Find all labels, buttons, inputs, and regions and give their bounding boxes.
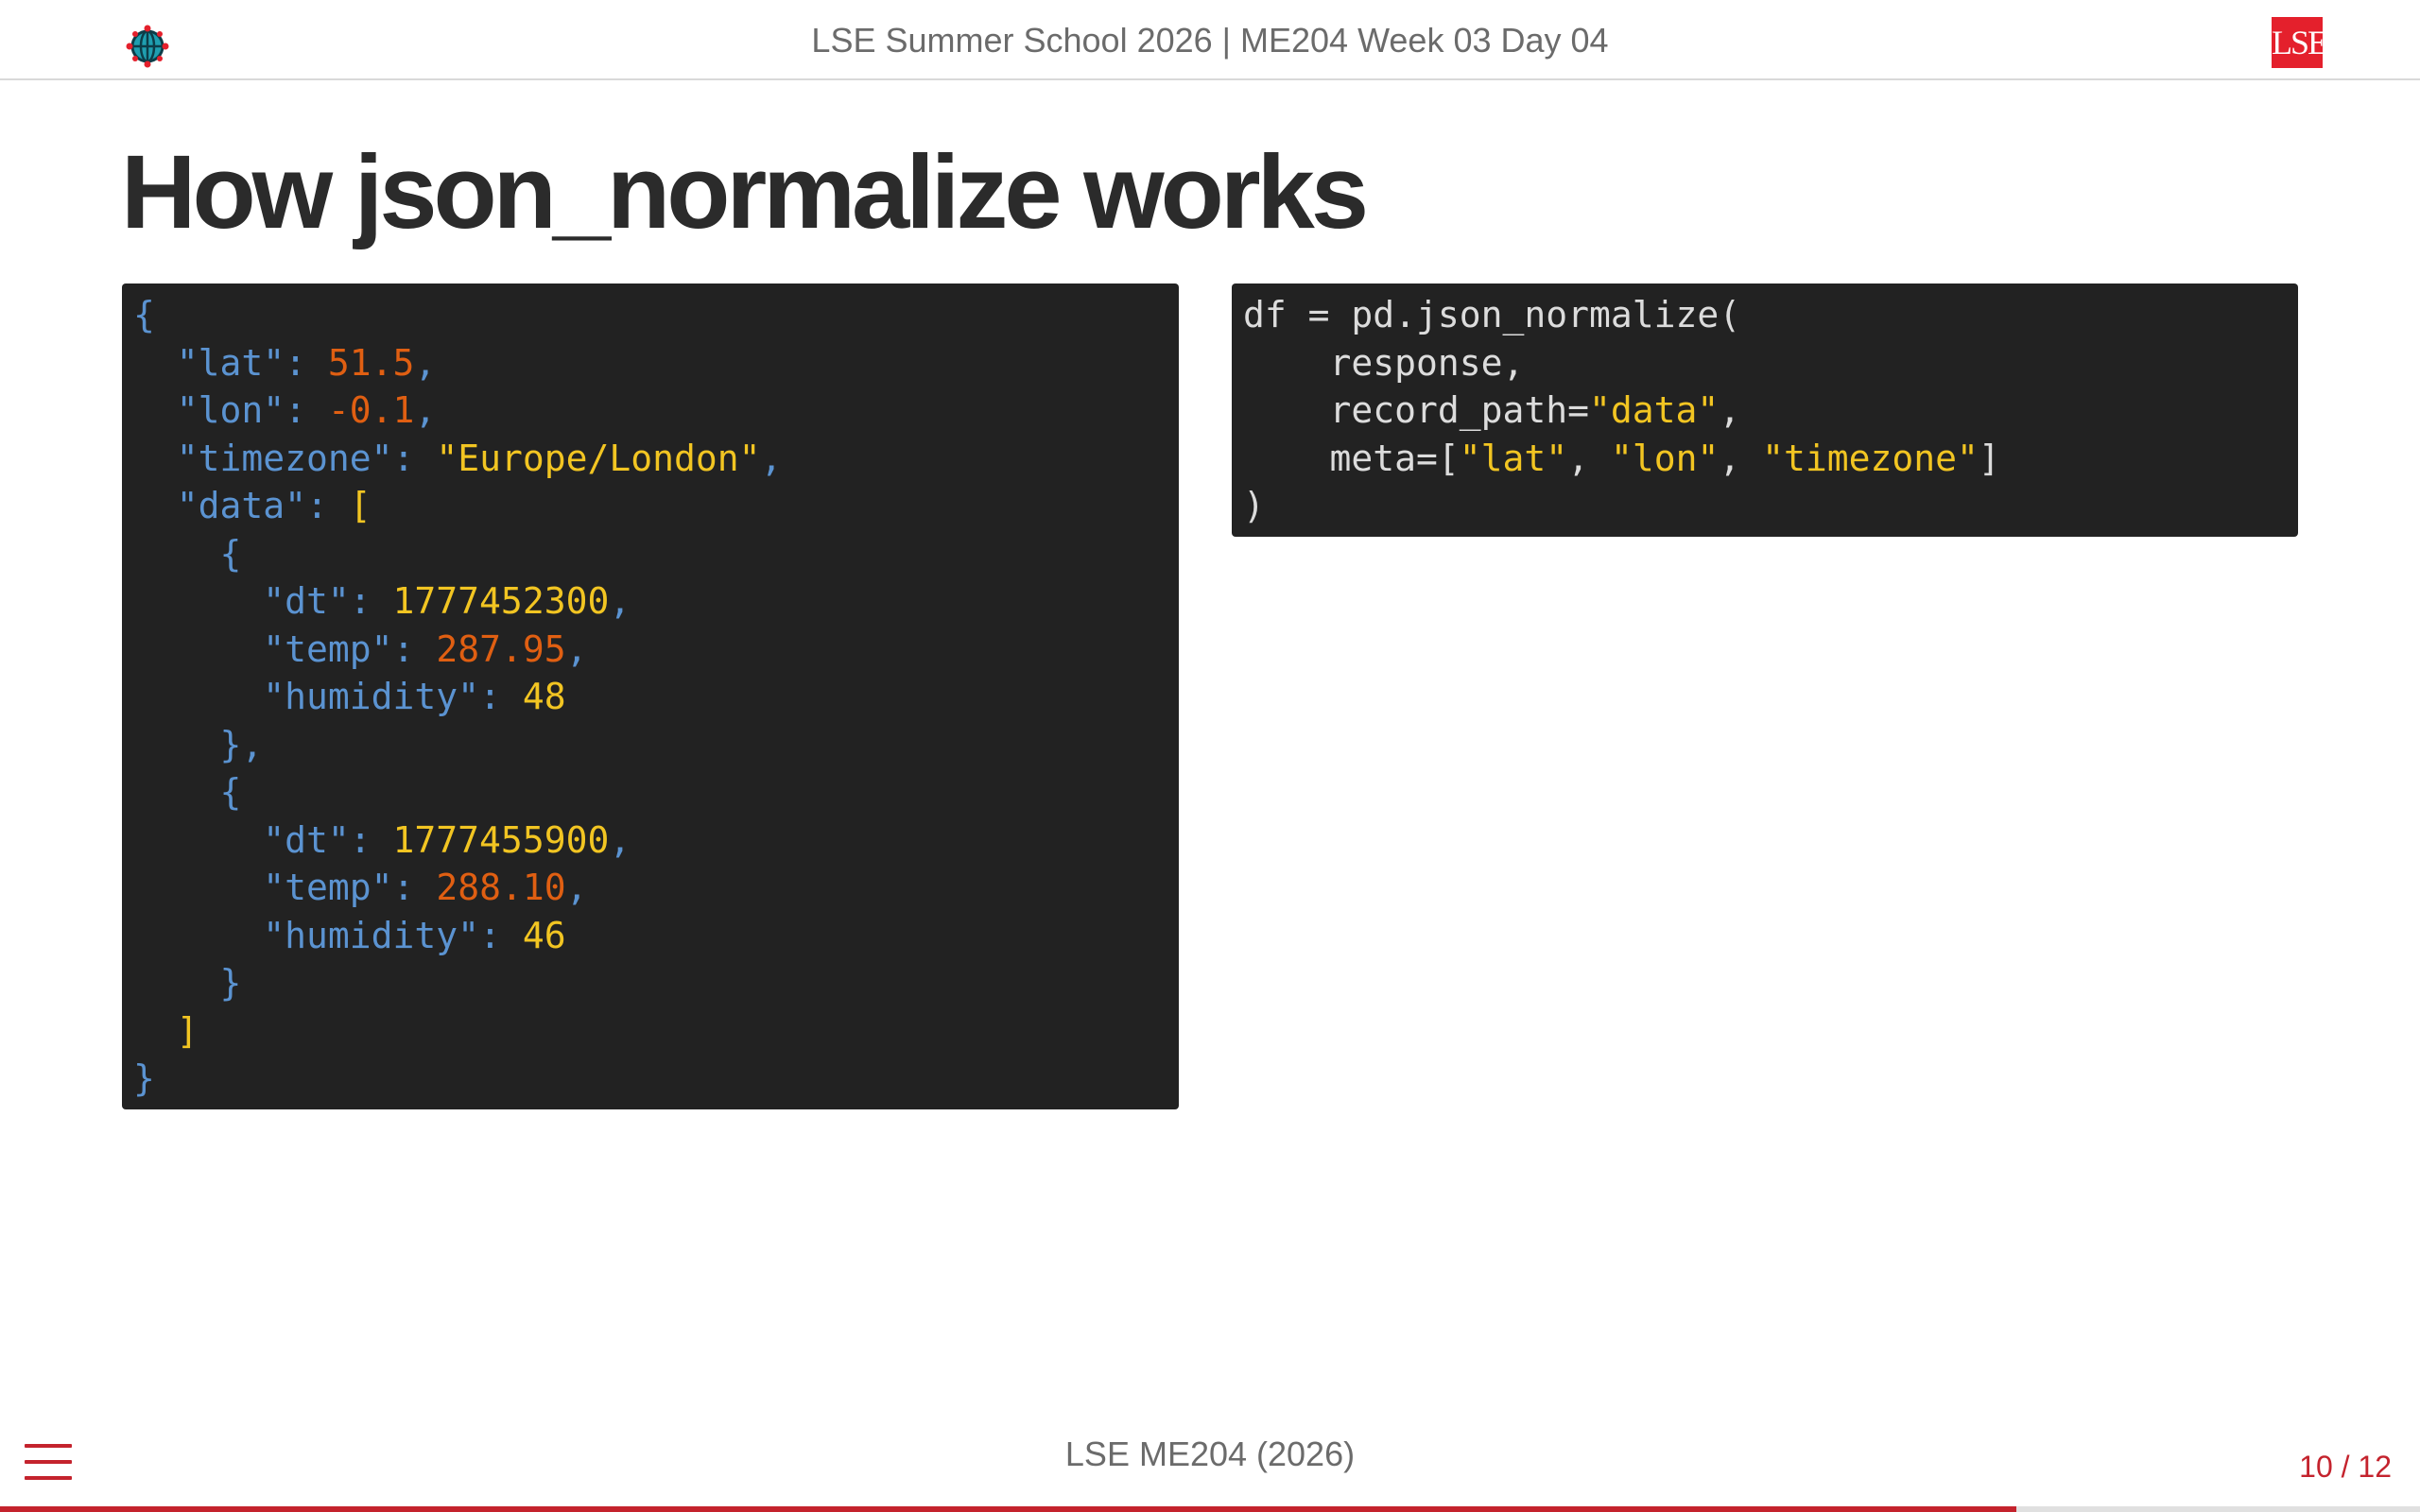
code-line: { bbox=[133, 532, 242, 575]
slide-page: LSE Summer School 2026 | ME204 Week 03 D… bbox=[0, 0, 2420, 1512]
code-line: "dt": 1777455900, bbox=[133, 818, 631, 861]
slide-header: LSE Summer School 2026 | ME204 Week 03 D… bbox=[0, 0, 2420, 80]
code-line: record_path="data", bbox=[1243, 389, 1741, 431]
code-line: "humidity": 46 bbox=[133, 914, 566, 956]
code-line: } bbox=[133, 1057, 155, 1099]
slide-title: How json_normalize works bbox=[121, 134, 1369, 250]
header-title: LSE Summer School 2026 | ME204 Week 03 D… bbox=[811, 21, 1609, 60]
code-line: meta=["lat", "lon", "timezone"] bbox=[1243, 437, 2000, 479]
code-line: df = pd.json_normalize( bbox=[1243, 294, 1741, 335]
code-line: ) bbox=[1243, 485, 1265, 526]
code-line: "timezone": "Europe/London", bbox=[133, 437, 783, 479]
slide-number[interactable]: 10 / 12 bbox=[2299, 1450, 2392, 1485]
lse-logo: LSE bbox=[2272, 17, 2328, 68]
python-code-block: df = pd.json_normalize( response, record… bbox=[1232, 284, 2298, 537]
footer-text: LSE ME204 (2026) bbox=[1064, 1435, 1356, 1473]
code-line: }, bbox=[133, 723, 264, 765]
code-line: ] bbox=[133, 1009, 199, 1052]
code-line: } bbox=[133, 962, 242, 1004]
code-line: "temp": 288.10, bbox=[133, 867, 588, 908]
progress-bar bbox=[0, 1506, 2420, 1512]
code-line: { bbox=[133, 771, 242, 813]
code-line: "lon": -0.1, bbox=[133, 389, 437, 431]
code-line: response, bbox=[1243, 341, 1525, 384]
code-line: "humidity": 48 bbox=[133, 676, 566, 717]
code-line: "lat": 51.5, bbox=[133, 341, 437, 384]
code-line: "dt": 1777452300, bbox=[133, 580, 631, 622]
code-line: "data": [ bbox=[133, 485, 372, 526]
json-code-block: { "lat": 51.5, "lon": -0.1, "timezone": … bbox=[122, 284, 1179, 1109]
progress-bar-fill bbox=[0, 1506, 2017, 1512]
code-line: { bbox=[133, 294, 155, 335]
code-line: "temp": 287.95, bbox=[133, 627, 588, 670]
